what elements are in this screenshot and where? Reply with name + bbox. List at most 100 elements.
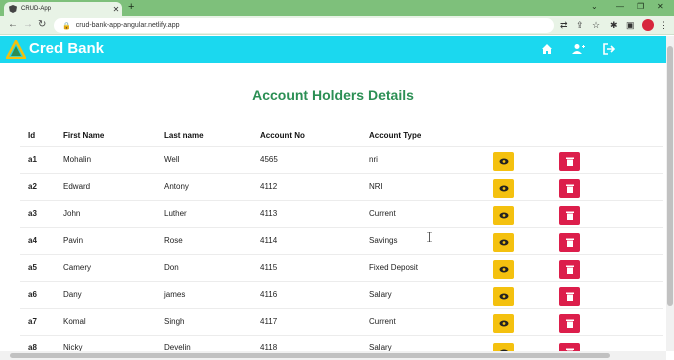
header-account-type: Account Type xyxy=(369,131,422,140)
logout-icon[interactable] xyxy=(603,43,615,55)
table-row: a5 Camery Don 4115 Fixed Deposit xyxy=(20,254,663,281)
side-panel-icon[interactable]: ▣ xyxy=(626,20,635,31)
page-title: Account Holders Details xyxy=(252,87,414,103)
cell-first-name: Pavin xyxy=(63,236,84,245)
cell-first-name: Mohalin xyxy=(63,155,92,164)
browser-tab-bar: CRUD-App ✕ + ⌄ — ❐ ✕ xyxy=(0,0,674,16)
tab-close-icon[interactable]: ✕ xyxy=(110,5,122,14)
window-close-button[interactable]: ✕ xyxy=(657,2,664,11)
add-user-icon[interactable] xyxy=(572,43,585,55)
cell-id: a4 xyxy=(28,236,37,245)
cell-id: a8 xyxy=(28,343,37,351)
view-button[interactable] xyxy=(493,314,514,333)
cell-last-name: Antony xyxy=(164,182,189,191)
view-button[interactable] xyxy=(493,287,514,306)
table-row: a7 Komal Singh 4117 Current xyxy=(20,308,663,335)
view-button[interactable] xyxy=(493,206,514,225)
view-button[interactable] xyxy=(493,152,514,171)
delete-button[interactable] xyxy=(559,152,580,171)
cell-first-name: Komal xyxy=(63,317,86,326)
trash-icon xyxy=(565,157,574,166)
browser-tab[interactable]: CRUD-App ✕ xyxy=(4,2,122,16)
header-last-name: Last name xyxy=(164,131,204,140)
cell-id: a1 xyxy=(28,155,37,164)
delete-button[interactable] xyxy=(559,233,580,252)
cell-id: a3 xyxy=(28,209,37,218)
cell-account-no: 4118 xyxy=(260,343,278,351)
eye-icon xyxy=(499,185,508,192)
cell-account-no: 4113 xyxy=(260,209,278,218)
bank-logo-icon xyxy=(6,40,26,59)
cell-account-type: Salary xyxy=(369,343,392,351)
cell-account-no: 4114 xyxy=(260,236,278,245)
trash-icon xyxy=(565,238,574,247)
menu-icon[interactable]: ⋮ xyxy=(659,20,668,31)
cell-first-name: Nicky xyxy=(63,343,83,351)
delete-button[interactable] xyxy=(559,314,580,333)
cell-account-type: Current xyxy=(369,209,396,218)
vertical-scroll-thumb[interactable] xyxy=(667,46,673,306)
forward-icon[interactable]: → xyxy=(23,19,33,30)
cell-account-no: 4117 xyxy=(260,317,278,326)
cell-last-name: Don xyxy=(164,263,179,272)
reload-icon[interactable]: ↻ xyxy=(38,19,46,30)
cell-first-name: Camery xyxy=(63,263,92,272)
angular-favicon-icon xyxy=(9,5,17,13)
vertical-scrollbar[interactable] xyxy=(666,36,674,351)
cell-account-type: Current xyxy=(369,317,396,326)
horizontal-scroll-thumb[interactable] xyxy=(10,353,610,358)
cell-id: a5 xyxy=(28,263,37,272)
table-row: a3 John Luther 4113 Current xyxy=(20,200,663,227)
eye-icon xyxy=(499,293,508,300)
header-first-name: First Name xyxy=(63,131,105,140)
home-icon[interactable] xyxy=(541,43,553,55)
header-account-no: Account No xyxy=(260,131,305,140)
bookmark-star-icon[interactable]: ☆ xyxy=(592,20,600,31)
address-bar[interactable]: 🔒 crud-bank-app-angular.netlify.app xyxy=(54,18,554,33)
eye-icon xyxy=(499,266,508,273)
cell-last-name: Rose xyxy=(164,236,183,245)
trash-icon xyxy=(565,265,574,274)
horizontal-scrollbar[interactable] xyxy=(0,351,666,360)
new-tab-button[interactable]: + xyxy=(128,1,134,13)
minimize-button[interactable]: — xyxy=(616,2,624,11)
cell-last-name: Singh xyxy=(164,317,185,326)
delete-button[interactable] xyxy=(559,206,580,225)
address-url: crud-bank-app-angular.netlify.app xyxy=(75,22,180,29)
view-button[interactable] xyxy=(493,343,514,351)
header-id: Id xyxy=(28,131,36,140)
delete-button[interactable] xyxy=(559,343,580,351)
profile-avatar[interactable] xyxy=(642,19,654,31)
view-button[interactable] xyxy=(493,233,514,252)
extensions-icon[interactable]: ✱ xyxy=(610,20,618,31)
cell-id: a7 xyxy=(28,317,37,326)
delete-button[interactable] xyxy=(559,179,580,198)
delete-button[interactable] xyxy=(559,260,580,279)
maximize-button[interactable]: ❐ xyxy=(637,2,644,11)
cell-first-name: Dany xyxy=(63,290,82,299)
lock-icon: 🔒 xyxy=(62,22,71,30)
cell-first-name: John xyxy=(63,209,81,218)
eye-icon xyxy=(499,212,508,219)
cell-account-no: 4565 xyxy=(260,155,278,164)
translate-icon[interactable]: ⇄ xyxy=(560,20,568,31)
share-icon[interactable]: ⇪ xyxy=(576,20,584,31)
eye-icon xyxy=(499,158,508,165)
table-row: a6 Dany james 4116 Salary xyxy=(20,281,663,308)
trash-icon xyxy=(565,319,574,328)
cell-last-name: Well xyxy=(164,155,180,164)
view-button[interactable] xyxy=(493,179,514,198)
browser-toolbar: ← → ↻ 🔒 crud-bank-app-angular.netlify.ap… xyxy=(0,16,674,35)
back-icon[interactable]: ← xyxy=(8,19,18,30)
eye-icon xyxy=(499,320,508,327)
delete-button[interactable] xyxy=(559,287,580,306)
trash-icon xyxy=(565,211,574,220)
tab-search-icon[interactable]: ⌄ xyxy=(591,2,598,11)
table-row: a8 Nicky Develin 4118 Salary xyxy=(20,335,663,351)
trash-icon xyxy=(565,292,574,301)
cell-first-name: Edward xyxy=(63,182,91,191)
table-row: a4 Pavin Rose 4114 Savings xyxy=(20,227,663,254)
table-row: a1 Mohalin Well 4565 nri xyxy=(20,146,663,173)
brand-name[interactable]: Cred Bank xyxy=(29,40,104,57)
view-button[interactable] xyxy=(493,260,514,279)
